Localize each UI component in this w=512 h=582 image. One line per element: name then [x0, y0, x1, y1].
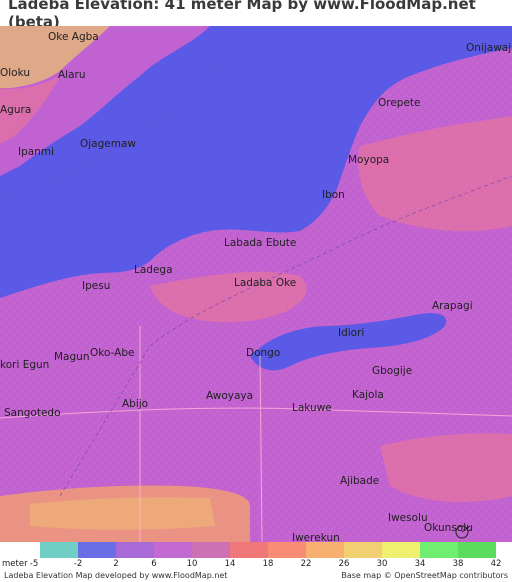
footer: Ladeba Elevation Map developed by www.Fl…: [0, 571, 512, 582]
place-label: Moyopa: [348, 154, 389, 166]
legend-swatch: [78, 542, 116, 558]
place-label: Awoyaya: [206, 390, 253, 402]
legend-tick-label: -5: [29, 559, 39, 569]
legend-tick-label: 2: [113, 559, 119, 569]
legend-tick-label: 10: [186, 559, 198, 569]
place-label: Iwesolu: [388, 512, 428, 524]
legend-swatch: [458, 542, 496, 558]
place-label: Magun: [54, 351, 89, 363]
legend-tick-label: 26: [338, 559, 350, 569]
legend-swatch: [40, 542, 78, 558]
legend-tick-label: 22: [300, 559, 312, 569]
legend-tick-label: 30: [376, 559, 388, 569]
legend-swatch: [192, 542, 230, 558]
place-label: Ajibade: [340, 475, 379, 487]
place-label: Oko-Abe: [90, 347, 134, 359]
elevation-map[interactable]: Oke Agba Oloku Alaru Agura Ojagemaw Ipanmi Oni…: [0, 26, 512, 542]
place-label: Kajola: [352, 389, 384, 401]
legend-swatch: [268, 542, 306, 558]
legend-unit: meter: [2, 559, 28, 569]
place-label: Abijo: [122, 398, 148, 410]
place-label: Ladega: [134, 264, 173, 276]
place-label: Idiori: [338, 327, 364, 339]
legend-tick-label: -2: [73, 559, 83, 569]
place-label: kori Egun: [0, 359, 49, 371]
footer-attribution[interactable]: Base map © OpenStreetMap contributors: [341, 571, 508, 580]
legend-swatch: [154, 542, 192, 558]
elevation-legend: meter -5 -2 2 6 10 14 18 22 26 30 34 38 42: [0, 542, 512, 570]
place-label: Ladaba Oke: [234, 277, 296, 289]
legend-tick-label: 42: [490, 559, 502, 569]
legend-swatch: [116, 542, 154, 558]
place-label: Onijawaja: [466, 42, 512, 54]
legend-swatch: [420, 542, 458, 558]
place-label: Gbogije: [372, 365, 412, 377]
place-label: Ipesu: [82, 280, 110, 292]
place-label: Okunsolu: [424, 522, 473, 534]
place-label: Dongo: [246, 347, 280, 359]
place-label: Iwerekun: [292, 532, 340, 542]
place-label: Ipanmi: [18, 146, 54, 158]
place-label: Arapagi: [432, 300, 473, 312]
legend-tick-label: 34: [414, 559, 426, 569]
legend-tick-label: 18: [262, 559, 274, 569]
southern-ridge-core: [30, 497, 215, 530]
legend-swatch: [230, 542, 268, 558]
place-label: Oloku: [0, 67, 30, 79]
place-label: Ibon: [322, 189, 345, 201]
place-label: Lakuwe: [292, 402, 332, 414]
footer-credit: Ladeba Elevation Map developed by www.Fl…: [4, 571, 228, 580]
place-label: Agura: [0, 104, 31, 116]
place-label: Sangotedo: [4, 407, 61, 419]
legend-tick-label: 38: [452, 559, 464, 569]
place-label: Labada Ebute: [224, 237, 296, 249]
map-canvas: Oke Agba Oloku Alaru Agura Ojagemaw Ipanmi Oni…: [0, 26, 512, 542]
place-label: Oke Agba: [48, 31, 99, 43]
place-label: Orepete: [378, 97, 421, 109]
legend-swatch: [344, 542, 382, 558]
place-label: Ojagemaw: [80, 138, 136, 150]
legend-swatch: [382, 542, 420, 558]
legend-swatch: [306, 542, 344, 558]
legend-tick-label: 6: [151, 559, 157, 569]
legend-tick-label: 14: [224, 559, 236, 569]
map-title: Ladeba Elevation: 41 meter Map by www.Fl…: [8, 0, 476, 31]
place-label: Alaru: [58, 69, 86, 81]
